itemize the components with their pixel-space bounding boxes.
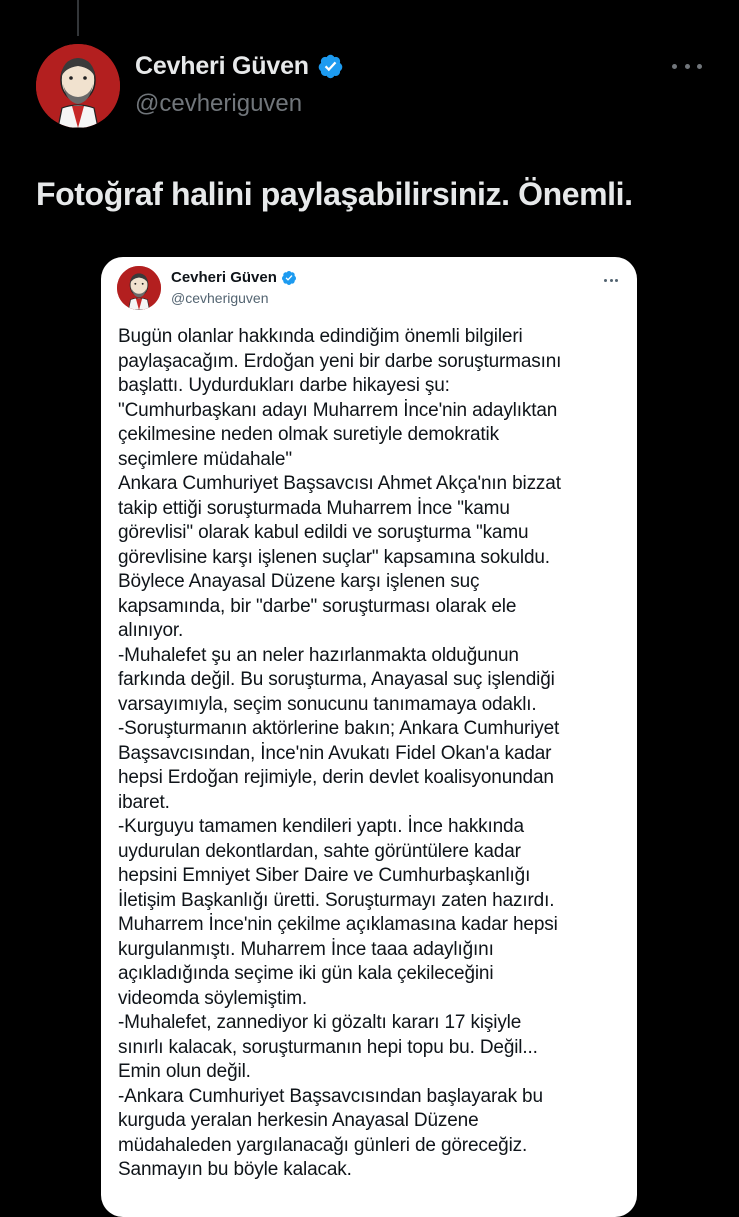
- embedded-more-options-icon: [604, 278, 618, 282]
- embedded-text-line: sınırlı kalacak, soruşturmanın hepi topu…: [118, 1036, 538, 1058]
- caricature-avatar-icon: [36, 44, 120, 128]
- embedded-text-line: Ankara Cumhuriyet Başsavcısı Ahmet Akça'…: [118, 473, 561, 494]
- embedded-text-line: farkında değil. Bu soruşturma, Anayasal …: [118, 669, 555, 690]
- more-dot: [672, 63, 677, 69]
- embedded-text-line: Muharrem İnce'nin çekilme açıklamasına k…: [118, 914, 558, 935]
- thread-connector-line: [77, 0, 79, 36]
- embedded-text-line: Böylece Anayasal Düzene karşı işlenen su…: [118, 571, 480, 592]
- author-handle[interactable]: @cevheriguven: [135, 90, 302, 118]
- embedded-text-line: -Muhalefet şu an neler hazırlanmakta old…: [118, 644, 519, 666]
- embedded-author-name: Cevheri Güven: [171, 269, 297, 286]
- embedded-text-line: kapsamında, bir "darbe" soruşturması ola…: [118, 595, 517, 617]
- author-name-text: Cevheri Güven: [135, 52, 309, 80]
- embedded-text-line: -Ankara Cumhuriyet Başsavcısından başlay…: [118, 1085, 543, 1107]
- embedded-text-line: hepsi Erdoğan rejimiyle, derin devlet ko…: [118, 767, 554, 788]
- embedded-text-line: ibaret.: [118, 791, 170, 813]
- embedded-text-line: Başsavcısından, İnce'nin Avukatı Fidel O…: [118, 742, 552, 764]
- embedded-text-line: "Cumhurbaşkanı adayı Muharrem İnce'nin a…: [118, 399, 558, 421]
- more-dot: [609, 278, 613, 282]
- embedded-text-line: görevlisine karşı işlenen suçlar" kapsam…: [118, 546, 550, 568]
- more-dot: [615, 278, 618, 282]
- author-avatar[interactable]: [36, 44, 120, 128]
- embedded-text-line: müdahaleden yargılanacağı günleri de gör…: [118, 1134, 528, 1156]
- embedded-text-line: hepsini Emniyet Siber Daire ve Cumhurbaş…: [118, 865, 531, 886]
- embedded-author-avatar: [117, 266, 161, 310]
- more-dot: [697, 63, 702, 69]
- embedded-tweet-body: Bugün olanlar hakkında edindiğim önemli …: [118, 325, 633, 1183]
- embedded-text-line: kurgulanmıştı. Muharrem İnce taaa adaylı…: [118, 938, 494, 960]
- embedded-text-line: varsayımıyla, seçim sonucunu tanımamaya …: [118, 693, 537, 715]
- more-options-icon[interactable]: [672, 56, 702, 76]
- verified-badge-icon: [281, 270, 296, 285]
- embedded-text-line: takip ettiği soruşturmada Muharrem İnce …: [118, 497, 510, 519]
- embedded-author-name-text: Cevheri Güven: [171, 269, 277, 286]
- embedded-text-line: seçimlere müdahale": [118, 448, 292, 470]
- embedded-text-line: Sanmayın bu böyle kalacak.: [118, 1159, 352, 1180]
- caricature-avatar-icon: [117, 266, 161, 310]
- embedded-text-line: başlattı. Uydurdukları darbe hikayesi şu…: [118, 375, 450, 396]
- embedded-text-line: görevlisi" olarak kabul edildi ve soruşt…: [118, 522, 529, 543]
- embedded-text-line: Bugün olanlar hakkında edindiğim önemli …: [118, 326, 523, 347]
- tweet-text: Fotoğraf halini paylaşabilirsiniz. Öneml…: [36, 176, 633, 212]
- embedded-text-line: -Muhalefet, zannediyor ki gözaltı kararı…: [118, 1012, 522, 1033]
- embedded-text-line: videomda söylemiştim.: [118, 987, 308, 1009]
- attached-tweet-image[interactable]: Cevheri Güven @cevheriguven Bugün olanla…: [101, 257, 637, 1217]
- embedded-text-line: alınıyor.: [118, 620, 184, 641]
- embedded-text-line: -Soruşturmanın aktörlerine bakın; Ankara…: [118, 718, 560, 739]
- author-name[interactable]: Cevheri Güven: [135, 52, 344, 81]
- embedded-text-line: çekilmesine neden olmak suretiyle demokr…: [118, 424, 499, 445]
- embedded-text-line: İletişim Başkanlığı üretti. Soruşturmayı…: [118, 889, 555, 911]
- embedded-text-line: paylaşacağım. Erdoğan yeni bir darbe sor…: [118, 350, 562, 372]
- embedded-text-line: -Kurguyu tamamen kendileri yaptı. İnce h…: [118, 816, 524, 837]
- verified-badge-icon: [318, 54, 343, 79]
- embedded-text-line: uydurulan dekontlardan, sahte görüntüler…: [118, 840, 521, 862]
- embedded-author-handle: @cevheriguven: [171, 290, 269, 306]
- more-dot: [684, 63, 690, 69]
- embedded-text-line: Emin olun değil.: [118, 1061, 251, 1082]
- embedded-text-line: açıkladığında seçime iki gün kala çekile…: [118, 963, 494, 984]
- embedded-text-line: kurguda yeralan herkesin Anayasal Düzene: [118, 1110, 479, 1131]
- more-dot: [604, 278, 607, 282]
